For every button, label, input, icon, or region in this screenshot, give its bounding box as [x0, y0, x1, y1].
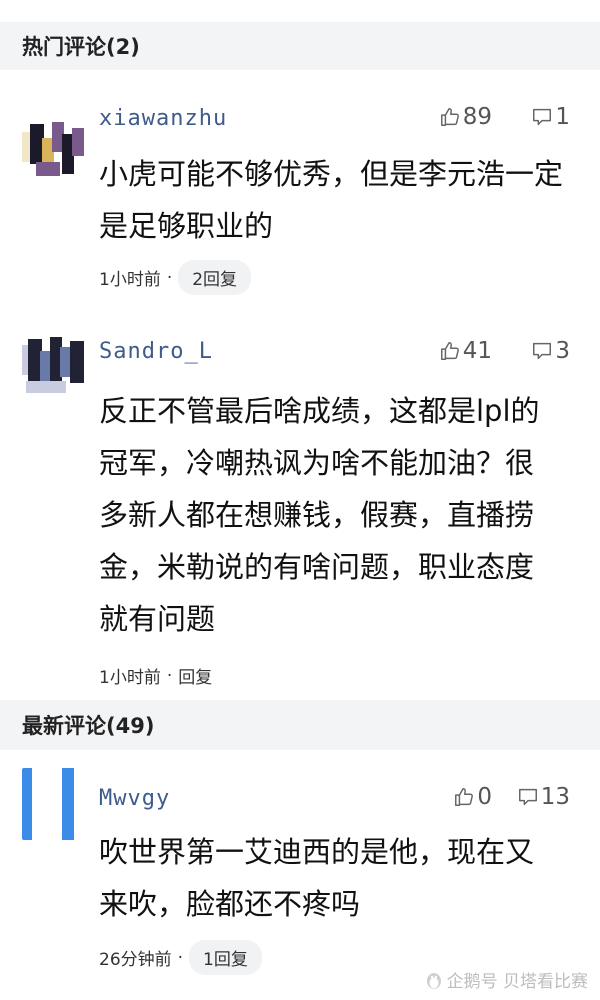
comment-meta: 1小时前 · 回复: [99, 663, 212, 689]
comment-icon: [533, 108, 552, 126]
comment-time: 1小时前: [99, 668, 161, 688]
view-replies-button[interactable]: 2回复: [178, 260, 252, 295]
like-button[interactable]: 41: [439, 338, 492, 364]
penguin-icon: [426, 972, 441, 989]
username[interactable]: xiawanzhu: [99, 106, 227, 131]
comment-text: 吹世界第一艾迪西的是他，现在又来吹，脸都还不疼吗: [99, 835, 535, 921]
comment-time: 26分钟前: [99, 950, 172, 970]
thumbs-up-icon: [440, 342, 459, 360]
reply-count: 13: [540, 784, 570, 810]
avatar[interactable]: [22, 768, 84, 840]
like-count: 89: [462, 104, 492, 130]
username[interactable]: Mwvgy: [99, 786, 170, 811]
reply-button[interactable]: 13: [517, 784, 570, 810]
hot-comments-title: 热门评论(2): [22, 35, 140, 59]
comment-meta: 1小时前 · 2回复: [99, 260, 252, 295]
reply-button[interactable]: 1: [531, 104, 570, 130]
comment-text: 反正不管最后啥成绩，这都是lpl的冠军，冷嘲热讽为啥不能加油？很多新人都在想赚钱…: [99, 394, 540, 636]
avatar[interactable]: [22, 335, 84, 397]
comment-item: xiawanzhu 89 1 小虎可能不够优秀，但是李元浩一定是足够职业的 1小…: [0, 100, 600, 310]
avatar[interactable]: [22, 118, 84, 180]
comment-meta: 26分钟前 · 1回复: [99, 940, 262, 975]
like-count: 41: [462, 338, 492, 364]
view-replies-button[interactable]: 1回复: [189, 940, 262, 975]
reply-count: 1: [555, 104, 570, 130]
comment-time: 1小时前: [99, 270, 161, 290]
watermark-text: 企鹅号 贝塔看比赛: [446, 972, 588, 992]
reply-count: 3: [555, 338, 570, 364]
like-count: 0: [477, 784, 492, 810]
new-comments-header: 最新评论(49): [0, 700, 600, 750]
thumbs-up-icon: [455, 788, 474, 806]
watermark: 企鹅号 贝塔看比赛: [425, 967, 588, 992]
comment-icon: [518, 788, 537, 806]
reply-link[interactable]: 回复: [178, 663, 212, 688]
comment-item: Sandro_L 41 3 反正不管最后啥成绩，这都是lpl的冠军，冷嘲热讽为啥…: [0, 335, 600, 695]
reply-button[interactable]: 3: [531, 338, 570, 364]
comments-page: 热门评论(2) xiawanzhu 89 1 小虎可能不够优秀，但是李元浩一定是…: [0, 0, 600, 1000]
new-comments-title: 最新评论(49): [22, 714, 155, 738]
thumbs-up-icon: [440, 108, 459, 126]
hot-comments-header: 热门评论(2): [0, 22, 600, 70]
username[interactable]: Sandro_L: [99, 339, 213, 364]
comment-text: 小虎可能不够优秀，但是李元浩一定是足够职业的: [99, 157, 564, 243]
like-button[interactable]: 0: [453, 784, 492, 810]
comment-icon: [533, 342, 552, 360]
like-button[interactable]: 89: [439, 104, 492, 130]
comment-item: Mwvgy 0 13 吹世界第一艾迪西的是他，现在又来吹，脸都还不疼吗 26分钟…: [0, 768, 600, 978]
